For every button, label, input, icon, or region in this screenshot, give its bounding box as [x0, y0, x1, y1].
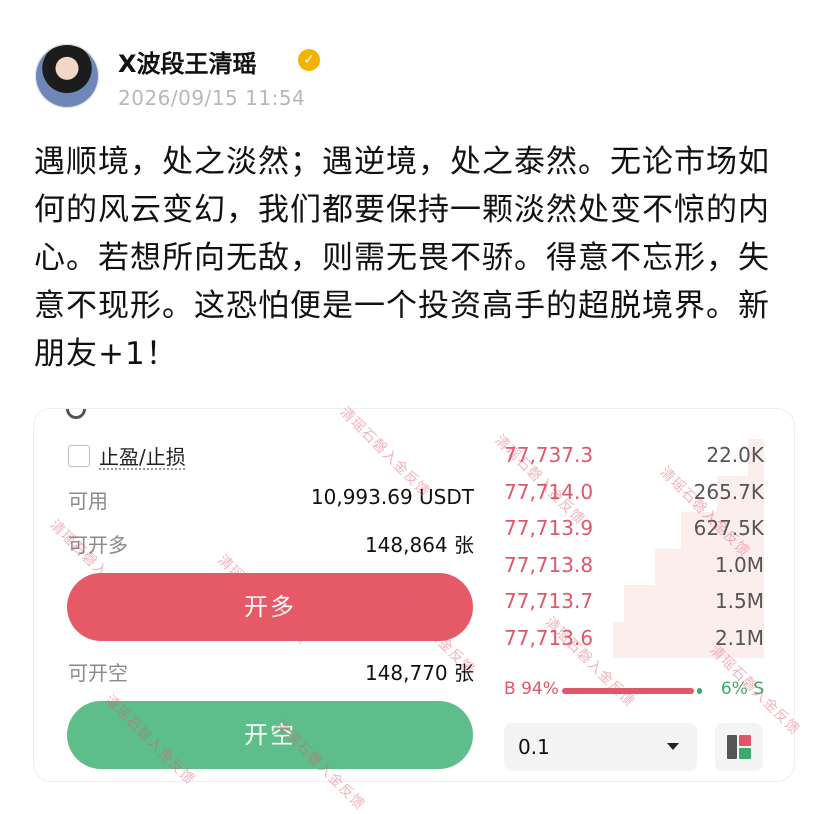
- sell-ratio-label: 6% S: [720, 679, 764, 699]
- orderbook-row[interactable]: 77,713.9 627.5K: [504, 512, 764, 549]
- open-short-qty-label: 可开空: [68, 661, 128, 685]
- tp-sl-checkbox[interactable]: [68, 445, 90, 467]
- ask-price: 77,713.7: [504, 589, 594, 613]
- post-text: 遇顺境，处之淡然；遇逆境，处之泰然。无论市场如何的风云变幻，我们都要保持一颗淡然…: [34, 144, 770, 372]
- buy-ratio-bar: [562, 688, 694, 694]
- open-short-button[interactable]: 开空: [67, 701, 473, 769]
- buy-sell-ratio: B 94% 6% S: [504, 677, 764, 701]
- trading-panel: 止盈/止损 可用 10,993.69 USDT 可开多 148,864 张 开多…: [33, 408, 795, 782]
- ask-qty: 1.5M: [714, 589, 764, 613]
- ask-qty: 22.0K: [706, 443, 764, 467]
- ask-qty: 627.5K: [693, 516, 764, 540]
- orderbook-row[interactable]: 77,714.0 265.7K: [504, 475, 764, 512]
- layout-icon-sell: [739, 735, 751, 746]
- price-precision-select[interactable]: 0.1: [504, 723, 697, 771]
- precision-value: 0.1: [518, 735, 550, 759]
- ask-price: 77,713.8: [504, 552, 594, 577]
- open-short-qty-value: 148,770 张: [364, 661, 474, 685]
- sell-ratio-bar: [696, 688, 702, 694]
- ask-qty: 265.7K: [693, 479, 764, 504]
- post-timestamp: 2026/09/15 11:54: [118, 86, 306, 110]
- chevron-down-icon: [667, 743, 679, 750]
- orderbook-row[interactable]: 77,713.8 1.0M: [504, 548, 764, 585]
- verified-badge-icon: ✓: [298, 49, 320, 71]
- open-long-button[interactable]: 开多: [67, 573, 473, 641]
- open-long-qty-value: 148,864 张: [364, 533, 474, 557]
- open-long-qty-label: 可开多: [68, 533, 128, 557]
- layout-icon: [727, 735, 737, 759]
- user-name[interactable]: X波段王清瑶: [118, 44, 257, 79]
- buy-ratio-label: B 94%: [504, 679, 559, 699]
- tp-sl-label[interactable]: 止盈/止损: [99, 441, 186, 470]
- orderbook-row[interactable]: 77,737.3 22.0K: [504, 439, 764, 476]
- available-label: 可用: [68, 489, 108, 513]
- ask-price: 77,737.3: [504, 443, 594, 467]
- orderbook-layout-button[interactable]: [715, 723, 763, 771]
- avatar[interactable]: [35, 44, 99, 108]
- orderbook-row[interactable]: 77,713.6 2.1M: [504, 621, 764, 658]
- radio-icon: [66, 409, 86, 419]
- available-value: 10,993.69 USDT: [310, 485, 474, 509]
- ask-price: 77,713.9: [504, 516, 594, 540]
- ask-price: 77,714.0: [504, 479, 594, 504]
- layout-icon-buy: [739, 748, 751, 759]
- ask-qty: 2.1M: [714, 625, 764, 650]
- ask-price: 77,713.6: [504, 625, 594, 650]
- orderbook-row[interactable]: 77,713.7 1.5M: [504, 585, 764, 622]
- orderbook-asks: 77,737.3 22.0K 77,714.0 265.7K 77,713.9 627…: [504, 439, 764, 658]
- ask-qty: 1.0M: [714, 552, 764, 577]
